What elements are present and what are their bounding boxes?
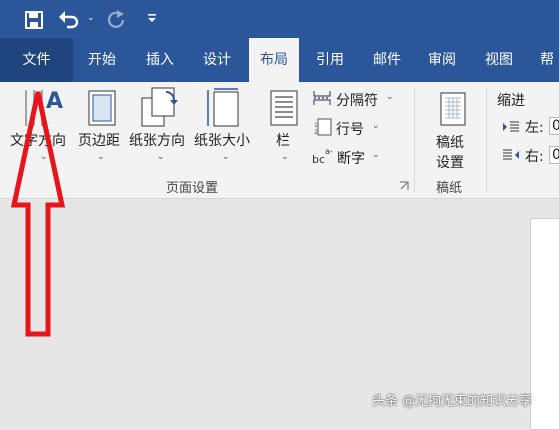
breaks-dropdown-icon[interactable]: ⌄ xyxy=(386,92,394,102)
size-label[interactable]: 纸张大小 xyxy=(194,130,250,150)
tab-mailings[interactable]: 邮件 xyxy=(364,38,410,82)
svg-text:2: 2 xyxy=(314,129,318,136)
hyphenation-dropdown-icon[interactable]: ⌄ xyxy=(372,150,380,160)
line-numbers-icon[interactable]: 1 2 xyxy=(314,118,332,136)
margins-dropdown-icon[interactable]: ⌄ xyxy=(97,152,105,162)
manuscript-settings-icon[interactable] xyxy=(440,92,466,126)
tab-layout[interactable]: 布局 xyxy=(249,38,299,82)
indent-right-icon xyxy=(502,148,520,162)
line-numbers-dropdown-icon[interactable]: ⌄ xyxy=(372,121,380,131)
undo-dropdown-icon[interactable]: ⌄ xyxy=(87,13,95,23)
tab-home[interactable]: 开始 xyxy=(79,38,125,82)
indent-right-input[interactable]: 0 xyxy=(549,146,559,164)
quick-access-toolbar: ⌄ xyxy=(0,0,559,38)
indent-title: 缩进 xyxy=(497,93,525,109)
orientation-icon[interactable] xyxy=(140,86,180,128)
manuscript-settings-label-line1[interactable]: 稿纸 xyxy=(436,132,464,152)
page-setup-group-label: 页面设置 xyxy=(166,181,219,196)
indent-left-label: 左: xyxy=(525,120,544,136)
customize-qat-icon[interactable] xyxy=(146,12,158,24)
margins-label[interactable]: 页边距 xyxy=(78,130,120,150)
orientation-dropdown-icon[interactable]: ⌄ xyxy=(157,152,165,162)
columns-dropdown-icon[interactable]: ⌄ xyxy=(281,152,289,162)
ribbon-tabs: 文件 开始 插入 设计 布局 引用 邮件 审阅 视图 帮 xyxy=(0,38,559,82)
group-separator xyxy=(414,88,415,192)
svg-text:bc: bc xyxy=(312,153,325,166)
margins-icon[interactable] xyxy=(88,90,116,126)
columns-icon[interactable] xyxy=(270,90,298,126)
columns-label[interactable]: 栏 xyxy=(276,130,290,150)
group-separator xyxy=(486,88,487,192)
tab-insert[interactable]: 插入 xyxy=(137,38,183,82)
breaks-label[interactable]: 分隔符 xyxy=(336,90,378,110)
indent-left-input[interactable]: 0 xyxy=(549,117,559,135)
manuscript-group-label: 稿纸 xyxy=(436,181,463,196)
breaks-icon[interactable] xyxy=(312,90,332,106)
manuscript-settings-label-line2[interactable]: 设置 xyxy=(436,152,464,172)
watermark-text: 头条 @无拘无束的知识分享 xyxy=(372,394,533,409)
page-setup-dialog-launcher-icon[interactable] xyxy=(399,181,409,191)
orientation-label[interactable]: 纸张方向 xyxy=(129,130,185,150)
tab-design[interactable]: 设计 xyxy=(194,38,240,82)
red-annotation-arrow-icon xyxy=(0,0,80,345)
redo-icon[interactable] xyxy=(106,9,128,31)
tab-review[interactable]: 审阅 xyxy=(419,38,465,82)
indent-right-label: 右: xyxy=(525,149,544,165)
size-icon[interactable] xyxy=(206,88,242,128)
document-page[interactable] xyxy=(530,218,559,430)
ribbon-layout-panel: A 文字方向 ⌄ 页边距 ⌄ 纸张方向 ⌄ 纸张大小 ⌄ 栏 ⌄ 分隔符 ⌄ 1… xyxy=(0,82,559,199)
line-numbers-label[interactable]: 行号 xyxy=(336,119,364,139)
tab-help[interactable]: 帮 xyxy=(532,38,559,82)
size-dropdown-icon[interactable]: ⌄ xyxy=(222,152,230,162)
hyphenation-icon[interactable]: bc a- xyxy=(312,146,334,166)
svg-text:1: 1 xyxy=(314,122,318,129)
tab-references[interactable]: 引用 xyxy=(307,38,353,82)
hyphenation-label[interactable]: 断字 xyxy=(337,148,365,168)
svg-text:a-: a- xyxy=(325,147,333,156)
indent-left-icon xyxy=(502,120,520,134)
tab-view[interactable]: 视图 xyxy=(476,38,522,82)
